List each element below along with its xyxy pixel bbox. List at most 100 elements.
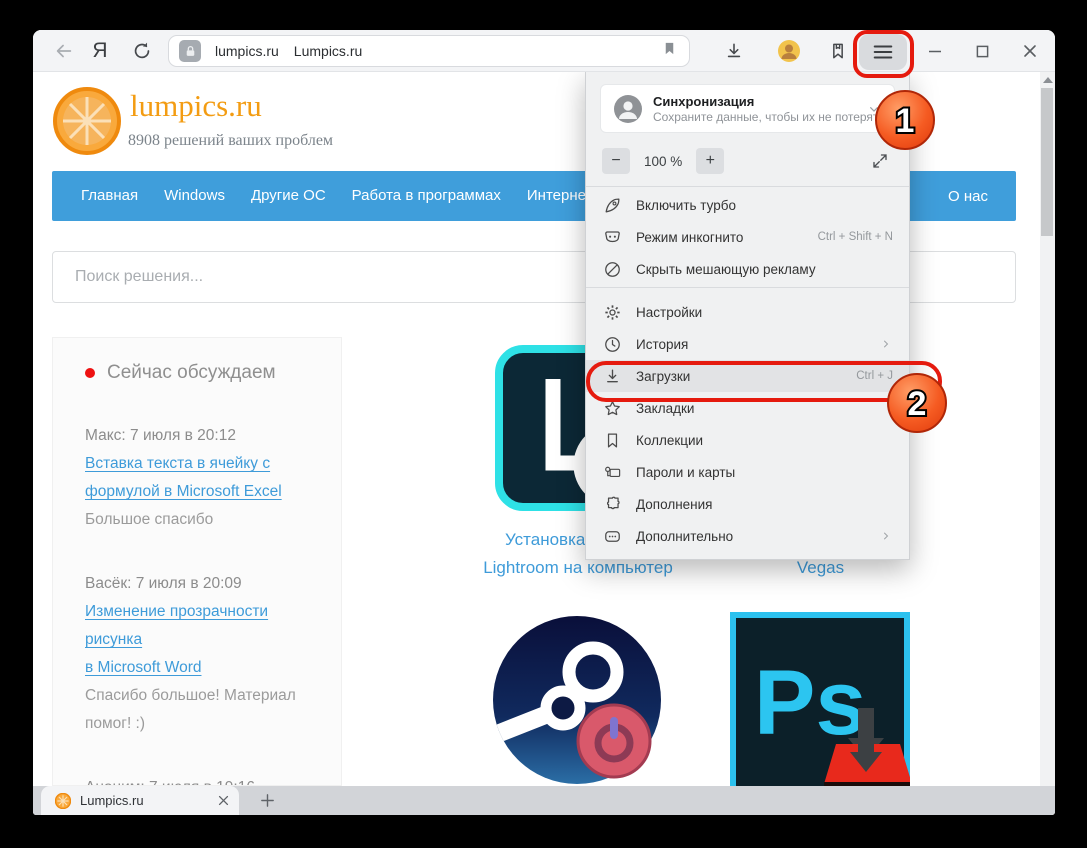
menu-item-дополнительно[interactable]: Дополнительно — [586, 520, 909, 552]
comment-article-link[interactable]: формулой в Microsoft Excel — [85, 478, 311, 506]
reload-icon — [131, 40, 153, 62]
plus-icon — [259, 792, 276, 809]
avatar-icon — [777, 39, 801, 63]
clock-icon — [601, 333, 623, 355]
download-icon — [724, 41, 744, 61]
puzzle-icon — [601, 493, 623, 515]
nav-item[interactable]: Интернет — [527, 187, 592, 204]
sidebar-title: Сейчас обсуждаем — [85, 362, 311, 384]
vegas-caption[interactable]: Vegas — [768, 558, 873, 578]
scrollbar-thumb[interactable] — [1041, 88, 1053, 236]
annotation-step-2: 2 — [887, 373, 947, 433]
power-button-icon — [578, 705, 650, 777]
site-title[interactable]: lumpics.ru — [130, 88, 262, 124]
sync-card[interactable]: Синхронизация Сохраните данные, чтобы их… — [600, 84, 895, 133]
more-icon — [601, 525, 623, 547]
incognito-icon — [601, 226, 623, 248]
nav-item[interactable]: Windows — [164, 187, 225, 204]
comment-item: Макс: 7 июля в 20:12Вставка текста в яче… — [85, 422, 311, 534]
browser-tab[interactable]: Lumpics.ru — [41, 786, 239, 815]
menu-item-включить-турбо[interactable]: Включить турбо — [586, 189, 909, 221]
downloads-toolbar-button[interactable] — [721, 38, 747, 64]
site-tagline: 8908 решений ваших проблем — [128, 132, 333, 150]
zoom-out-button[interactable]: − — [602, 148, 630, 174]
chevron-right-icon — [879, 337, 893, 351]
page-content: lumpics.ru 8908 решений ваших проблем Гл… — [33, 72, 1055, 786]
lightroom-caption-line1[interactable]: Установка — [505, 530, 585, 550]
annotation-step-1: 1 — [875, 90, 935, 150]
yandex-button[interactable]: Я — [87, 37, 113, 65]
profile-avatar[interactable] — [776, 38, 802, 64]
sync-avatar-icon — [613, 94, 643, 124]
address-page-title: Lumpics.ru — [294, 43, 362, 59]
chevron-right-icon — [879, 529, 893, 543]
browser-window: Я lumpics.ru Lumpics.ru — [33, 30, 1055, 815]
tab-title: Lumpics.ru — [80, 793, 218, 808]
zoom-controls: − 100 % + — [602, 146, 893, 176]
key-card-icon — [601, 461, 623, 483]
red-dot-icon — [85, 368, 95, 378]
browser-dropdown-menu: Синхронизация Сохраните данные, чтобы их… — [585, 72, 910, 560]
comment-author: Васёк: 7 июля в 20:09 — [85, 570, 311, 598]
lock-icon[interactable] — [179, 40, 201, 62]
lightroom-caption-line2[interactable]: Lightroom на компьютер — [473, 558, 683, 578]
zoom-level: 100 % — [644, 154, 682, 169]
svg-text:1: 1 — [896, 102, 915, 140]
menu-item-label: Коллекции — [636, 433, 703, 448]
back-button[interactable] — [51, 38, 77, 64]
nav-item[interactable]: Работа в программах — [352, 187, 501, 204]
expand-icon — [871, 152, 889, 170]
back-icon — [53, 40, 75, 62]
menu-item-label: Закладки — [636, 401, 694, 416]
menu-item-label: История — [636, 337, 688, 352]
photoshop-article-image[interactable]: Ps — [730, 612, 910, 786]
zoom-in-button[interactable]: + — [696, 148, 724, 174]
tab-close-icon[interactable] — [218, 795, 229, 806]
collections-toolbar-button[interactable] — [825, 38, 851, 64]
svg-text:2: 2 — [908, 385, 927, 423]
menu-item-shortcut: Ctrl + Shift + N — [818, 231, 893, 243]
comment-text: Большое спасибо — [85, 506, 311, 534]
menu-item-история[interactable]: История — [586, 328, 909, 360]
fullscreen-button[interactable] — [867, 148, 893, 174]
comment-article-link[interactable]: в Microsoft Word — [85, 654, 311, 682]
nav-item-about[interactable]: О нас — [948, 188, 988, 205]
menu-item-настройки[interactable]: Настройки — [586, 296, 909, 328]
discussion-sidebar: Сейчас обсуждаем Макс: 7 июля в 20:12Вст… — [52, 337, 342, 786]
comment-article-link[interactable]: Вставка текста в ячейку с — [85, 450, 311, 478]
bookmark-icon — [601, 429, 623, 451]
comment-text: помог! :) — [85, 710, 311, 738]
menu-item-скрыть-мешающую-рекламу[interactable]: Скрыть мешающую рекламу — [586, 253, 909, 285]
menu-item-label: Включить турбо — [636, 198, 736, 213]
bookmark-flag-icon[interactable] — [662, 40, 677, 62]
minimize-button[interactable] — [922, 38, 948, 64]
menu-item-пароли-и-карты[interactable]: Пароли и карты — [586, 456, 909, 488]
reload-button[interactable] — [129, 38, 155, 64]
menu-item-label: Скрыть мешающую рекламу — [636, 262, 816, 277]
menu-item-label: Дополнения — [636, 497, 712, 512]
steam-article-image[interactable] — [493, 616, 661, 784]
menu-item-дополнения[interactable]: Дополнения — [586, 488, 909, 520]
address-bar[interactable]: lumpics.ru Lumpics.ru — [168, 35, 690, 67]
page-scrollbar[interactable] — [1040, 72, 1055, 786]
comment-author: Макс: 7 июля в 20:12 — [85, 422, 311, 450]
sync-subtitle: Сохраните данные, чтобы их не потерять — [653, 110, 866, 125]
menu-item-режим-инкогнито[interactable]: Режим инкогнитоCtrl + Shift + N — [586, 221, 909, 253]
new-tab-button[interactable] — [249, 786, 285, 815]
nav-item[interactable]: Другие ОС — [251, 187, 326, 204]
scrollbar-up-arrow[interactable] — [1043, 77, 1053, 83]
maximize-button[interactable] — [969, 38, 995, 64]
lumpics-logo-icon[interactable] — [53, 87, 121, 155]
close-button[interactable] — [1017, 38, 1043, 64]
sync-title: Синхронизация — [653, 93, 866, 110]
screenshot-stage: Я lumpics.ru Lumpics.ru — [0, 0, 1087, 848]
tab-favicon — [55, 793, 71, 809]
menu-item-коллекции[interactable]: Коллекции — [586, 424, 909, 456]
rocket-icon — [601, 194, 623, 216]
comment-article-link[interactable]: Изменение прозрачности рисунка — [85, 598, 311, 654]
menu-item-label: Настройки — [636, 305, 702, 320]
menu-item-label: Пароли и карты — [636, 465, 735, 480]
nav-item[interactable]: Главная — [81, 187, 138, 204]
comment-author: Аноним: 7 июля в 19:16 — [85, 774, 311, 786]
annotation-highlight-menu-button — [853, 30, 914, 78]
